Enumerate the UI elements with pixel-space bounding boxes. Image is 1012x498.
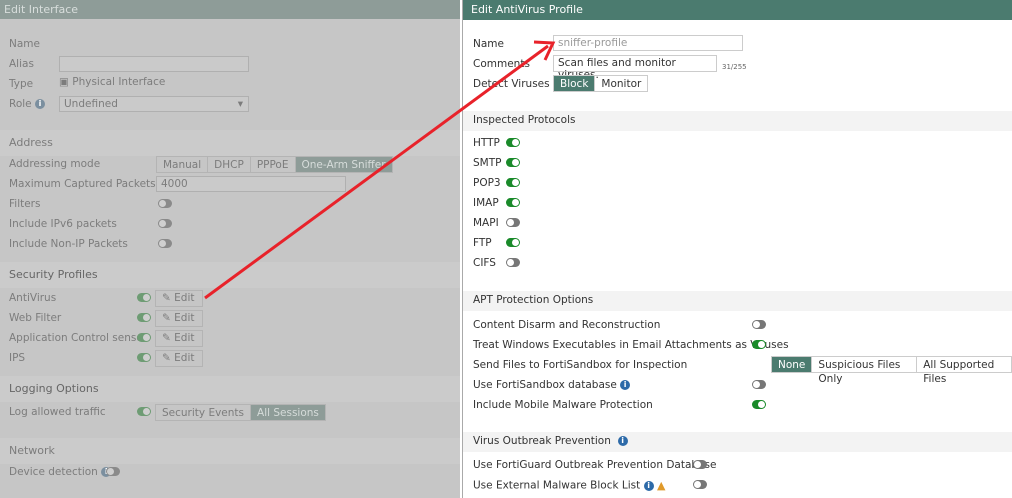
arrow-line — [204, 44, 549, 300]
annotation-arrow — [204, 40, 556, 300]
